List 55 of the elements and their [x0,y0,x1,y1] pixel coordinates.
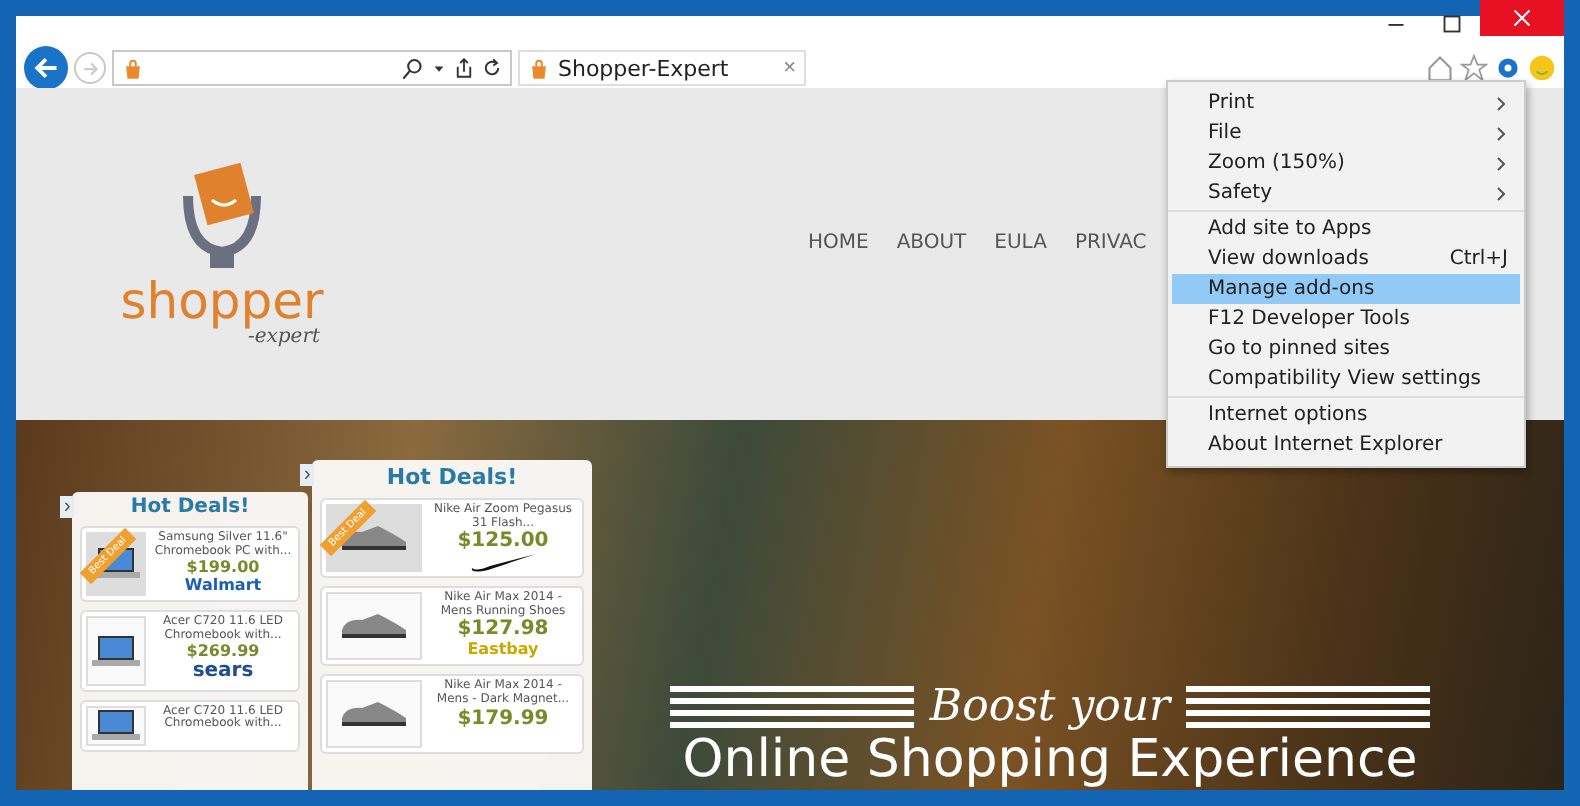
browser-tab[interactable]: Shopper-Expert × [518,50,806,86]
product-price: $199.00 [186,558,260,577]
home-icon [1426,54,1454,82]
store-logo: Eastbay [467,640,539,661]
menu-item[interactable]: Print [1172,88,1520,118]
share-icon [454,58,474,78]
collapse-button[interactable]: › [60,496,75,518]
nav-link[interactable]: HOME [808,231,869,253]
sneaker-icon [338,610,410,643]
tab-close-button[interactable]: × [783,56,796,80]
menu-item[interactable]: About Internet Explorer [1172,430,1520,460]
product-price: $179.99 [457,707,549,730]
logo-tagline: -expert [247,326,320,348]
refresh-icon [482,58,502,78]
collapse-button[interactable]: › [300,464,315,486]
close-button[interactable] [1480,0,1564,36]
settings-icon [1494,54,1522,82]
caret-icon [432,61,446,75]
widget-title: Hot Deals! [130,496,250,518]
swoosh-logo-icon [469,552,537,573]
back-button[interactable] [24,46,68,90]
menu-item[interactable]: Safety [1172,178,1520,208]
search-icon [402,57,424,79]
smiley-icon [1528,54,1556,82]
menu-item[interactable]: F12 Developer Tools [1172,304,1520,334]
menu-item[interactable]: Go to pinned sites [1172,334,1520,364]
menu-item[interactable]: File [1172,118,1520,148]
menu-item[interactable]: Internet options [1172,400,1520,430]
laptop-icon [90,633,142,670]
star-icon [1460,54,1488,82]
forward-arrow-icon [81,59,99,77]
menu-item[interactable]: View downloads Ctrl+J [1172,244,1520,274]
product-price: $125.00 [457,530,549,553]
menu-item[interactable]: Manage add-ons [1172,274,1520,304]
hero-headline: Online Shopping Experience [682,732,1418,790]
back-arrow-icon [32,54,60,82]
widget-title: Hot Deals! [386,464,518,490]
maximize-icon [1442,14,1462,34]
menu-item[interactable]: Compatibility View settings [1172,364,1520,394]
nav-link[interactable]: ABOUT [896,231,967,253]
address-field[interactable] [112,50,512,86]
product-price: $269.99 [186,642,260,661]
shopping-bag-icon [528,57,550,79]
shopping-bag-icon [122,57,144,79]
hero-script-text: Boost your [929,682,1171,733]
nav-link[interactable]: EULA [994,231,1047,253]
nav-link[interactable]: PRIVAC [1074,231,1147,253]
close-icon [1512,8,1532,28]
sneaker-icon [338,698,410,731]
store-logo: sears [192,660,254,686]
store-logo: Walmart [184,576,262,597]
menu-item[interactable]: Zoom (150%) [1172,148,1520,178]
menu-item[interactable]: Add site to Apps [1172,214,1520,244]
product-price: $127.98 [457,618,549,641]
logo-wordmark: shopper [120,276,324,326]
